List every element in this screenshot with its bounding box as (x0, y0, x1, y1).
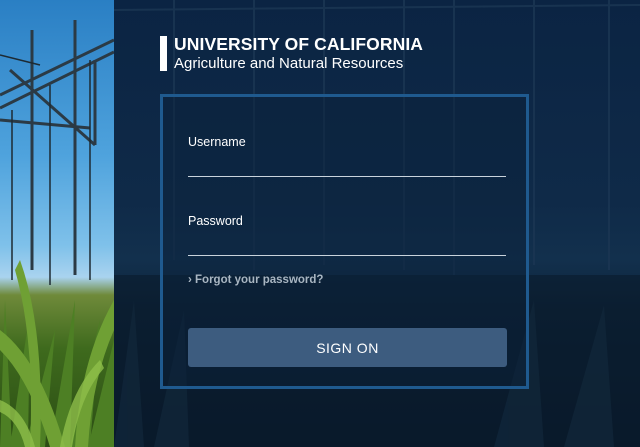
forgot-password-link[interactable]: › Forgot your password? (188, 274, 323, 286)
login-page: UNIVERSITY OF CALIFORNIA Agriculture and… (0, 0, 640, 447)
password-label: Password (188, 214, 243, 228)
logo-title: UNIVERSITY OF CALIFORNIA (174, 34, 424, 54)
logo-subtitle: Agriculture and Natural Resources (174, 54, 404, 72)
background-photo-strip (0, 0, 114, 447)
logo-bar (160, 36, 167, 71)
username-input[interactable] (188, 154, 506, 177)
irrigation-field-illustration (0, 20, 114, 447)
logo-text: UNIVERSITY OF CALIFORNIA Agriculture and… (174, 34, 424, 72)
login-form: Username Password › Forgot your password… (160, 94, 529, 389)
ucanr-logo: UNIVERSITY OF CALIFORNIA Agriculture and… (160, 34, 424, 72)
password-input[interactable] (188, 233, 506, 256)
sign-on-button[interactable]: SIGN ON (188, 328, 507, 367)
username-label: Username (188, 135, 246, 149)
